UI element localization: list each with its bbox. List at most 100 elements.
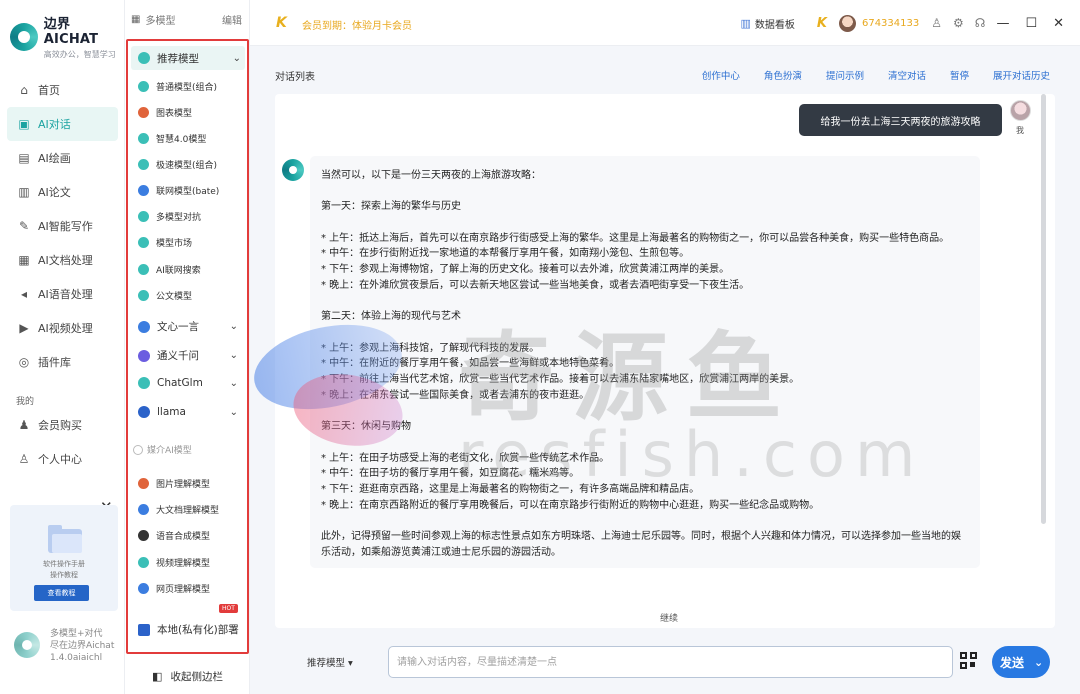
nav-item[interactable]: ◂ AI语音处理: [7, 277, 118, 311]
headset-icon[interactable]: ☊: [975, 16, 986, 30]
model-icon: [138, 264, 149, 275]
edit-button[interactable]: 编辑: [222, 12, 242, 27]
model-label: 模型市场: [156, 239, 193, 249]
chat-action-link[interactable]: 角色扮演: [764, 68, 802, 82]
answer-paragraph: 第三天：休闲与购物: [321, 421, 411, 433]
model-label: 通义千问: [157, 350, 199, 362]
model-item[interactable]: 公文模型: [138, 289, 242, 302]
model-item[interactable]: 极速模型(组合): [138, 158, 242, 171]
model-label: 多模型对抗: [156, 213, 202, 223]
chat-action-link[interactable]: 暂停: [950, 68, 969, 82]
model-select[interactable]: 推荐模型 ▾: [307, 655, 353, 669]
model-icon: [138, 406, 150, 418]
model-item[interactable]: AI联网搜索: [138, 263, 242, 276]
vip-badge-icon[interactable]: K: [817, 16, 827, 31]
nav-item[interactable]: ◎ 插件库: [7, 345, 118, 379]
nav-item[interactable]: ♟ 会员购买: [7, 408, 118, 442]
model-label: 语音合成模型: [156, 532, 211, 542]
nav-item[interactable]: ✎ AI智能写作: [7, 209, 118, 243]
model-item[interactable]: 普通模型(组合): [138, 80, 242, 93]
send-button[interactable]: 发送 ⌄: [992, 646, 1050, 678]
chat-action-link[interactable]: 展开对话历史: [993, 68, 1050, 82]
nav-item-label: AI文档处理: [38, 254, 93, 267]
model-group[interactable]: ChatGlm ⌄: [138, 377, 242, 389]
answer-paragraph: * 中午：在附近的餐厅享用午餐，如品尝一些海鲜或本地特色菜肴。: [321, 358, 620, 370]
media-model-item[interactable]: 语音合成模型: [138, 529, 242, 542]
media-model-item[interactable]: 视频理解模型: [138, 556, 242, 569]
model-icon: [138, 290, 149, 301]
model-group[interactable]: 文心一言 ⌄: [138, 319, 242, 334]
nav-item-label: 首页: [38, 84, 60, 97]
vip-status[interactable]: 会员到期：体验月卡会员: [302, 17, 412, 32]
minimize-icon[interactable]: —: [996, 16, 1009, 31]
left-navigation: 边界AICHAT 高效办公，智慧学习 ⌂ 首页 ▣ AI对话 ▤ AI绘画 ▥ AI论文 ✎ AI…: [0, 0, 125, 694]
settings-icon[interactable]: ⚙: [953, 16, 964, 30]
chevron-down-icon[interactable]: ⌄: [1034, 656, 1043, 669]
media-model-item[interactable]: 网页理解模型: [138, 582, 242, 595]
nav-item[interactable]: ▤ AI绘画: [7, 141, 118, 175]
chat-action-link[interactable]: 创作中心: [702, 68, 740, 82]
local-deploy-item[interactable]: 本地(私有化)部署: [138, 622, 242, 637]
model-label: llama: [157, 406, 186, 418]
nav-item[interactable]: ▣ AI对话: [7, 107, 118, 141]
model-icon: [138, 530, 149, 541]
nav-item[interactable]: ▶ AI视频处理: [7, 311, 118, 345]
scrollbar[interactable]: [1041, 94, 1046, 524]
close-window-icon[interactable]: ✕: [1053, 16, 1064, 31]
server-icon: [138, 623, 150, 636]
user-id[interactable]: 674334133: [862, 18, 919, 29]
model-label: 公文模型: [156, 292, 193, 302]
nav-item[interactable]: ▥ AI论文: [7, 175, 118, 209]
nav-item[interactable]: ▦ AI文档处理: [7, 243, 118, 277]
model-item[interactable]: 智慧4.0模型: [138, 132, 242, 145]
image-icon: ▤: [18, 151, 30, 165]
qr-code-icon[interactable]: [960, 652, 977, 669]
model-item[interactable]: 图表模型: [138, 106, 242, 119]
chat-header: 对话列表 创作中心 角色扮演 提问示例 清空对话 暂停 展开对话历史: [250, 46, 1080, 94]
chat-action-link[interactable]: 提问示例: [826, 68, 864, 82]
nav-item[interactable]: ⌂ 首页: [7, 73, 118, 107]
media-model-item[interactable]: 图片理解模型: [138, 477, 242, 490]
chat-action-link[interactable]: 清空对话: [888, 68, 926, 82]
model-item[interactable]: 联网模型(bate): [138, 184, 242, 197]
chat-input[interactable]: [388, 646, 953, 678]
model-icon: [138, 583, 149, 594]
plugin-icon: ◎: [18, 355, 30, 369]
model-icon: [138, 504, 149, 515]
model-panel: ▦ 多模型 编辑 推荐模型 ⌄ 普通模型(组合) 图表模型 智慧4.0模型 极速模型(组合…: [125, 0, 250, 694]
nav-item-label: AI智能写作: [38, 220, 93, 233]
answer-paragraph: 此外，记得预留一些时间参观上海的标志性景点如东方明珠塔、上海迪士尼乐园等。同时，…: [321, 531, 961, 558]
model-group[interactable]: 通义千问 ⌄: [138, 348, 242, 363]
answer-paragraph: * 晚上：在外滩欣赏夜景后，可以去新天地区尝试一些当地美食，或者去酒吧街享受一下…: [321, 279, 750, 291]
answer-paragraph: * 下午：参观上海博物馆，了解上海的历史文化。接着可以去外滩，欣赏黄浦江两岸的美…: [321, 264, 730, 276]
nav-item[interactable]: ♙ 个人中心: [7, 442, 118, 476]
dashboard-button[interactable]: ▥ 数据看板: [740, 16, 794, 31]
model-label: 图片理解模型: [156, 480, 211, 490]
nav-item-label: 插件库: [38, 356, 71, 369]
collapse-sidebar-button[interactable]: ◧ 收起侧边栏: [125, 658, 250, 694]
model-label: 视频理解模型: [156, 559, 211, 569]
footer-version: 1.4.0aiaichl: [50, 653, 103, 663]
chart-icon: ▥: [740, 16, 751, 30]
view-tutorial-button[interactable]: 查看教程: [34, 585, 89, 601]
model-item[interactable]: 多模型对抗: [138, 210, 242, 223]
dashboard-label: 数据看板: [754, 19, 795, 31]
conversation-list-title[interactable]: 对话列表: [275, 68, 315, 83]
user-message: 给我一份去上海三天两夜的旅游攻略: [799, 104, 1002, 136]
model-item[interactable]: 模型市场: [138, 236, 242, 249]
continue-button[interactable]: 继续: [660, 611, 678, 624]
model-group[interactable]: llama ⌄: [138, 406, 242, 418]
shirt-icon[interactable]: ♙: [931, 16, 942, 30]
model-select-label: 推荐模型: [307, 658, 346, 669]
nav-section-my: 我的: [16, 397, 35, 407]
avatar[interactable]: [838, 14, 856, 32]
media-model-item[interactable]: 大文档理解模型: [138, 503, 242, 516]
promo-text-1: 软件操作手册: [43, 560, 85, 568]
answer-paragraph: * 晚上：在南京西路附近的餐厅享用晚餐后，可以在南京路步行街附近的购物中心逛逛，…: [321, 499, 820, 511]
answer-paragraph: * 上午：参观上海科技馆，了解现代科技的发展。: [321, 342, 540, 354]
maximize-icon[interactable]: ☐: [1025, 16, 1037, 31]
model-group-recommended[interactable]: 推荐模型 ⌄: [131, 46, 245, 70]
